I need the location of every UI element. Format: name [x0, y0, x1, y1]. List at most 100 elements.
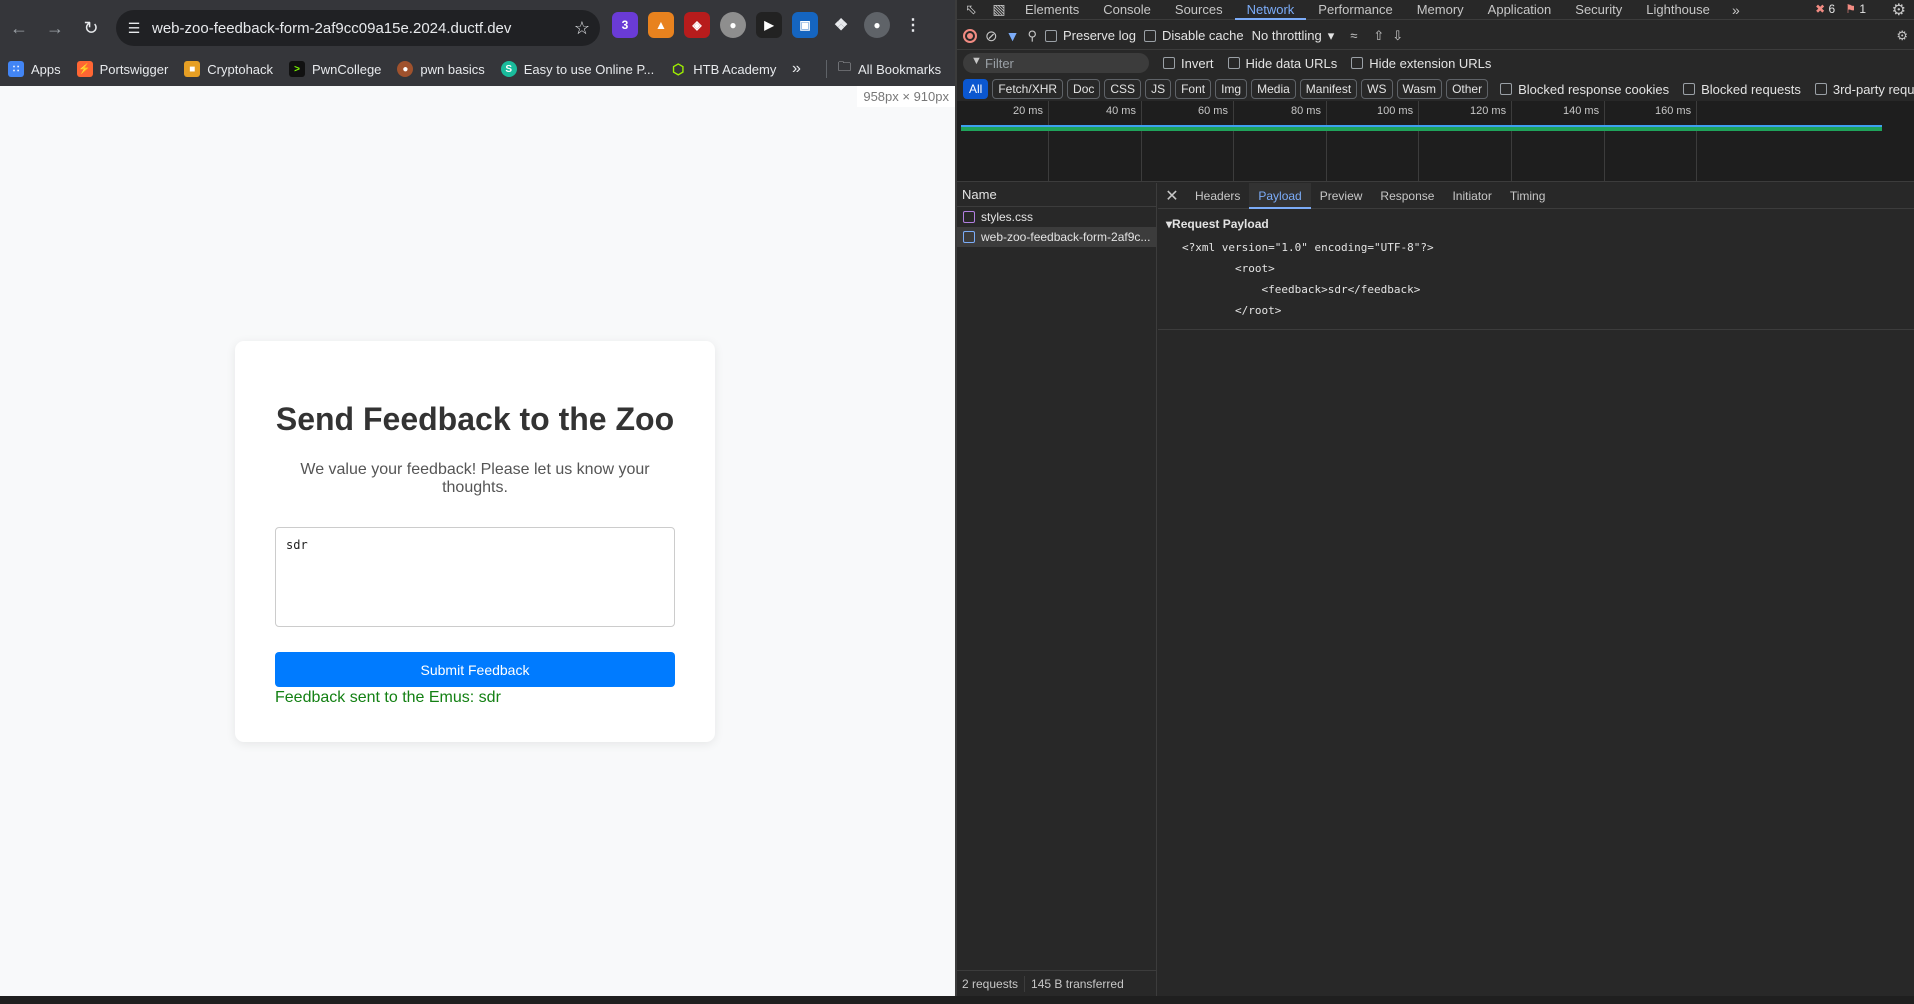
url-text[interactable]: web-zoo-feedback-form-2af9cc09a15e.2024.…: [152, 20, 564, 37]
htb-cube-icon: ⬡: [672, 60, 685, 77]
metamask-icon[interactable]: ▲: [648, 12, 674, 38]
device-toolbar-icon[interactable]: ▧: [985, 1, 1013, 18]
wappalyzer-icon[interactable]: ●: [720, 12, 746, 38]
tab-elements[interactable]: Elements: [1013, 0, 1091, 20]
filter-input[interactable]: ▼ Filter: [963, 53, 1149, 73]
requests-name-header[interactable]: Name: [957, 183, 1156, 207]
tab-initiator[interactable]: Initiator: [1443, 183, 1500, 209]
type-filter-manifest[interactable]: Manifest: [1299, 79, 1358, 99]
blocked-requests-checkbox[interactable]: Blocked requests: [1683, 82, 1801, 97]
error-counter: ✖ 6: [1815, 2, 1835, 16]
disable-cache-checkbox[interactable]: Disable cache: [1143, 28, 1244, 43]
type-filter-wasm[interactable]: Wasm: [1396, 79, 1443, 99]
type-filter-font[interactable]: Font: [1175, 79, 1212, 99]
type-filter-css[interactable]: CSS: [1104, 79, 1142, 99]
bookmark-cryptohack[interactable]: ■ Cryptohack: [184, 61, 273, 77]
type-filter-fetch-xhr[interactable]: Fetch/XHR: [992, 79, 1064, 99]
request-row[interactable]: styles.css: [957, 207, 1156, 227]
tab-security[interactable]: Security: [1563, 0, 1634, 20]
tab-performance[interactable]: Performance: [1306, 0, 1404, 20]
request-payload-section[interactable]: ▾Request Payload: [1158, 209, 1914, 231]
tab-memory[interactable]: Memory: [1405, 0, 1476, 20]
type-filter-doc[interactable]: Doc: [1067, 79, 1101, 99]
timeline-tick-label: 60 ms: [1198, 105, 1228, 117]
type-filter-all[interactable]: All: [963, 79, 989, 99]
timeline-gridline: [1141, 101, 1142, 182]
feedback-textarea[interactable]: [275, 527, 675, 627]
site-info-icon[interactable]: ☰: [116, 20, 152, 37]
throttling-select[interactable]: No throttling ▾: [1252, 28, 1335, 44]
screenshot-icon[interactable]: ▣: [792, 12, 818, 38]
tab-network[interactable]: Network: [1234, 0, 1307, 20]
third-party-requests-checkbox[interactable]: 3rd-party requests: [1814, 82, 1914, 97]
extensions-puzzle-icon[interactable]: ❖: [828, 12, 854, 38]
more-bookmarks-chevron-icon[interactable]: »: [792, 52, 801, 86]
hide-extension-urls-checkbox[interactable]: Hide extension URLs: [1351, 56, 1491, 71]
bookmark-pwncollege[interactable]: > PwnCollege: [289, 61, 381, 77]
reload-icon[interactable]: ↻: [74, 11, 108, 45]
pwn-basics-icon: ●: [397, 61, 414, 77]
all-bookmarks[interactable]: 🗀 All Bookmarks: [838, 52, 941, 86]
tab-sources[interactable]: Sources: [1163, 0, 1235, 20]
bookmarks-divider: [826, 60, 827, 78]
network-timeline-overview[interactable]: 20 ms 40 ms 60 ms 80 ms 100 ms 120 ms 14…: [957, 101, 1914, 182]
ublock-icon[interactable]: ◈: [684, 12, 710, 38]
timeline-tick-label: 160 ms: [1655, 105, 1692, 117]
more-tabs-chevron-icon[interactable]: »: [1722, 2, 1750, 18]
export-har-download-icon[interactable]: ⇩: [1392, 28, 1403, 44]
type-filter-ws[interactable]: WS: [1361, 79, 1393, 99]
close-details-icon[interactable]: ✕: [1158, 186, 1186, 206]
preserve-log-checkbox[interactable]: Preserve log: [1044, 28, 1136, 43]
type-filter-img[interactable]: Img: [1215, 79, 1248, 99]
timeline-gridline: [1326, 101, 1327, 182]
search-icon[interactable]: ⚲: [1027, 28, 1037, 44]
css-file-icon: [963, 211, 975, 223]
type-filter-js[interactable]: JS: [1145, 79, 1172, 99]
import-har-upload-icon[interactable]: ⇧: [1373, 28, 1384, 44]
submit-feedback-button[interactable]: Submit Feedback: [275, 652, 675, 687]
network-conditions-wifi-icon[interactable]: ≈: [1350, 28, 1357, 43]
payload-line: <?xml version="1.0" encoding="UTF-8"?>: [1182, 241, 1434, 254]
tab-console[interactable]: Console: [1091, 0, 1163, 20]
tab-payload[interactable]: Payload: [1249, 182, 1311, 209]
error-count: 6: [1828, 2, 1836, 16]
tab-preview[interactable]: Preview: [1311, 183, 1372, 209]
bookmark-online-p[interactable]: S Easy to use Online P...: [500, 61, 654, 77]
bookmark-star-icon[interactable]: ☆: [564, 18, 600, 39]
forward-arrow-icon[interactable]: →: [38, 11, 72, 45]
tab-timing[interactable]: Timing: [1501, 183, 1555, 209]
record-stop-icon[interactable]: [963, 28, 977, 43]
hide-data-urls-checkbox[interactable]: Hide data URLs: [1227, 56, 1337, 71]
blocked-response-cookies-checkbox[interactable]: Blocked response cookies: [1500, 82, 1669, 97]
bookmark-pwn-basics[interactable]: ● pwn basics: [397, 61, 485, 77]
network-toolbar: ⊘ ▼ ⚲ Preserve log Disable cache No thro…: [957, 22, 1914, 50]
type-filter-other[interactable]: Other: [1446, 79, 1489, 99]
back-arrow-icon[interactable]: ←: [2, 11, 36, 45]
tab-response[interactable]: Response: [1371, 183, 1443, 209]
type-filter-media[interactable]: Media: [1251, 79, 1296, 99]
tab-headers[interactable]: Headers: [1186, 183, 1249, 209]
bookmark-label: PwnCollege: [312, 61, 382, 77]
extension-dark-icon[interactable]: ▶: [756, 12, 782, 38]
timeline-tick-label: 140 ms: [1563, 105, 1600, 117]
request-name: styles.css: [981, 210, 1034, 224]
address-bar[interactable]: ☰ web-zoo-feedback-form-2af9cc09a15e.202…: [116, 10, 600, 46]
timeline-tick-label: 100 ms: [1377, 105, 1414, 117]
network-settings-gear-icon[interactable]: ⚙: [1896, 28, 1908, 44]
inspect-element-icon[interactable]: ⬁: [957, 1, 985, 18]
bookmark-htb-academy[interactable]: ⬡ HTB Academy: [670, 61, 776, 77]
profile-avatar[interactable]: ●: [864, 12, 890, 38]
request-row[interactable]: web-zoo-feedback-form-2af9c...: [957, 227, 1156, 247]
bookmark-apps[interactable]: ∷ Apps: [8, 61, 61, 77]
issue-counters[interactable]: ✖ 6 ⚑ 1: [1815, 2, 1866, 16]
clear-log-icon[interactable]: ⊘: [985, 27, 998, 45]
bookmark-portswigger[interactable]: ⚡ Portswigger: [76, 61, 168, 77]
devtools-settings-gear-icon[interactable]: ⚙: [1892, 0, 1906, 20]
invert-checkbox[interactable]: Invert: [1163, 56, 1214, 71]
filter-funnel-icon[interactable]: ▼: [1006, 28, 1020, 44]
bookmark-label: Cryptohack: [207, 61, 274, 77]
tab-lighthouse[interactable]: Lighthouse: [1634, 0, 1722, 20]
browser-menu-icon[interactable]: ⋮: [900, 12, 926, 38]
extension-icon[interactable]: 3: [612, 12, 638, 38]
tab-application[interactable]: Application: [1476, 0, 1564, 20]
